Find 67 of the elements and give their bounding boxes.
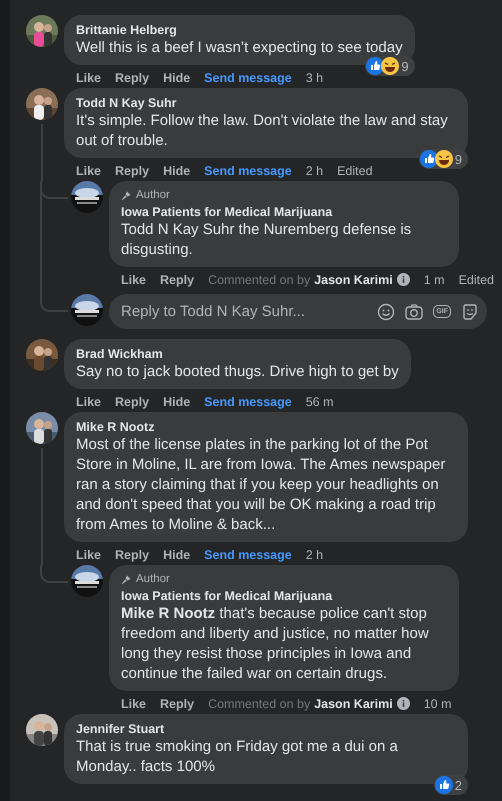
- comment-text: That is true smoking on Friday got me a dui on a Monday.. facts 100%: [76, 737, 399, 777]
- info-icon[interactable]: [396, 697, 410, 710]
- timestamp[interactable]: 56 m: [306, 394, 334, 408]
- microphone-icon: [121, 190, 132, 200]
- comment-text: Mike R Nootz that's because police can't stop freedom and liberty and justice, no matter how long they resist those principles in Iowa and continue the failed war on certain drugs.: [121, 604, 430, 684]
- timestamp[interactable]: 10 m: [424, 696, 452, 710]
- laughing-emoji-icon: [434, 150, 453, 168]
- comment-text: Most of the license plates in the parking lot of the Pot Store in Moline, IL are from Iowa. The Ames newspaper ran a story claiming that if you keep your headlights on and don't speed that you will be OK making a road trip from Ames to Moline & back...: [76, 435, 446, 535]
- timestamp[interactable]: 2 h: [306, 164, 324, 178]
- info-icon[interactable]: [396, 273, 410, 286]
- comment-text: It's simple. Follow the law. Don't violate the law and stay out of trouble.: [76, 111, 449, 151]
- reactions-pill[interactable]: 2: [434, 775, 468, 795]
- author-name[interactable]: Mike R Nootz: [76, 419, 456, 435]
- camera-icon[interactable]: [405, 304, 424, 320]
- laughing-emoji-icon: [381, 57, 400, 75]
- like-link[interactable]: Like: [121, 272, 146, 286]
- like-link[interactable]: Like: [121, 696, 146, 710]
- microphone-icon: [121, 574, 132, 584]
- timestamp[interactable]: 3 h: [306, 70, 324, 84]
- send-message-link[interactable]: Send message: [204, 70, 292, 84]
- reply-link[interactable]: Reply: [115, 394, 150, 408]
- reaction-count[interactable]: 9: [401, 58, 409, 74]
- send-message-link[interactable]: Send message: [204, 164, 292, 178]
- author-name[interactable]: Todd N Kay Suhr: [76, 95, 456, 111]
- author-name[interactable]: Iowa Patients for Medical Marijuana: [121, 588, 447, 604]
- hide-link[interactable]: Hide: [163, 548, 190, 562]
- commenter-name[interactable]: Jason Karimi: [314, 272, 393, 286]
- reactions-pill[interactable]: 9: [418, 149, 468, 169]
- emoji-icon[interactable]: [377, 302, 396, 320]
- like-link[interactable]: Like: [76, 70, 102, 84]
- sticker-icon[interactable]: [461, 302, 479, 320]
- author-label: Author: [136, 188, 170, 202]
- comment-text: Well this is a beef I wasn’t expecting to see today: [76, 38, 403, 58]
- hide-link[interactable]: Hide: [163, 164, 190, 178]
- author-name[interactable]: Brittanie Helberg: [76, 22, 403, 38]
- edited-label[interactable]: Edited: [458, 272, 494, 286]
- reply-link[interactable]: Reply: [115, 548, 150, 562]
- like-link[interactable]: Like: [76, 164, 102, 178]
- edited-label[interactable]: Edited: [337, 164, 373, 178]
- comment-text: Say no to jack booted thugs. Drive high to get by: [76, 362, 399, 382]
- like-link[interactable]: Like: [76, 548, 102, 562]
- send-message-link[interactable]: Send message: [204, 548, 292, 562]
- hide-link[interactable]: Hide: [163, 394, 190, 408]
- timestamp[interactable]: 1 m: [424, 272, 445, 286]
- reaction-count[interactable]: 2: [454, 778, 462, 792]
- thread-connector: [40, 565, 68, 583]
- author-name[interactable]: Jennifer Stuart: [76, 721, 456, 737]
- author-name[interactable]: Iowa Patients for Medical Marijuana: [121, 204, 447, 220]
- comment-text: Todd N Kay Suhr the Nuremberg defense is disgusting.: [121, 220, 412, 260]
- hide-link[interactable]: Hide: [163, 70, 190, 84]
- like-reaction-icon: [434, 776, 453, 794]
- like-reaction-icon: [420, 150, 438, 168]
- reply-link[interactable]: Reply: [115, 70, 150, 84]
- send-message-link[interactable]: Send message: [204, 394, 292, 408]
- reply-link[interactable]: Reply: [160, 696, 194, 710]
- reaction-count[interactable]: 9: [454, 152, 462, 166]
- commenter-name[interactable]: Jason Karimi: [314, 696, 393, 710]
- like-link[interactable]: Like: [76, 394, 102, 408]
- author-label: Author: [136, 572, 170, 586]
- thread-connector: [40, 290, 68, 312]
- reply-link[interactable]: Reply: [160, 272, 194, 286]
- timestamp[interactable]: 2 h: [306, 548, 324, 562]
- reply-link[interactable]: Reply: [115, 164, 150, 178]
- commented-on-by-label: Commented on by: [208, 272, 310, 286]
- commented-on-by-label: Commented on by: [208, 696, 310, 710]
- reactions-pill[interactable]: 9: [365, 56, 415, 76]
- author-name[interactable]: Brad Wickham: [76, 346, 399, 362]
